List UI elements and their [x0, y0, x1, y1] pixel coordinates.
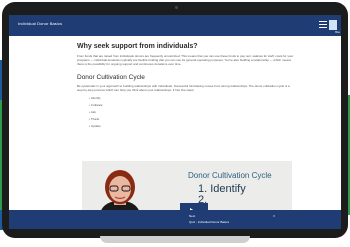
lesson-content: Why seek support from individuals? From … [77, 43, 295, 130]
brand-logo-icon [329, 20, 337, 30]
menu-icon[interactable] [319, 21, 327, 29]
cycle-paragraph: Be systematic in your approach to buildi… [77, 83, 290, 92]
list-item: • Cultivate [89, 103, 103, 108]
course-title: Individual Donor Basics [18, 21, 63, 26]
page-title: Why seek support from individuals? [77, 43, 198, 50]
intro-paragraph: From funds that are raised from individu… [77, 54, 294, 67]
tablet-screen: Individual Donor Basics Blue Why seek su… [9, 15, 341, 229]
lesson-footer-nav[interactable]: Next Quiz - Individual Donor Basics ⌃ [9, 210, 341, 229]
list-item: • Thank [89, 117, 100, 122]
next-label: Next [189, 214, 196, 218]
device-stand [100, 236, 250, 243]
cycle-steps-list: • Identify • Cultivate • Ask • Thank • U… [89, 95, 295, 130]
chevron-up-icon[interactable]: ⌃ [272, 215, 276, 221]
tablet-device: Individual Donor Basics Blue Why seek su… [2, 2, 348, 238]
list-item: • Identify [89, 96, 101, 101]
list-item: • Ask [89, 110, 96, 115]
list-item: • Update [89, 124, 101, 129]
next-lesson-title[interactable]: Quiz - Individual Donor Basics [189, 220, 229, 224]
camera-icon [175, 6, 178, 9]
video-title: Donor Cultivation Cycle [188, 171, 272, 180]
brand-logo-text: Blue [335, 31, 340, 34]
section-heading: Donor Cultivation Cycle [77, 73, 145, 81]
top-navigation-bar: Individual Donor Basics Blue [9, 15, 341, 36]
